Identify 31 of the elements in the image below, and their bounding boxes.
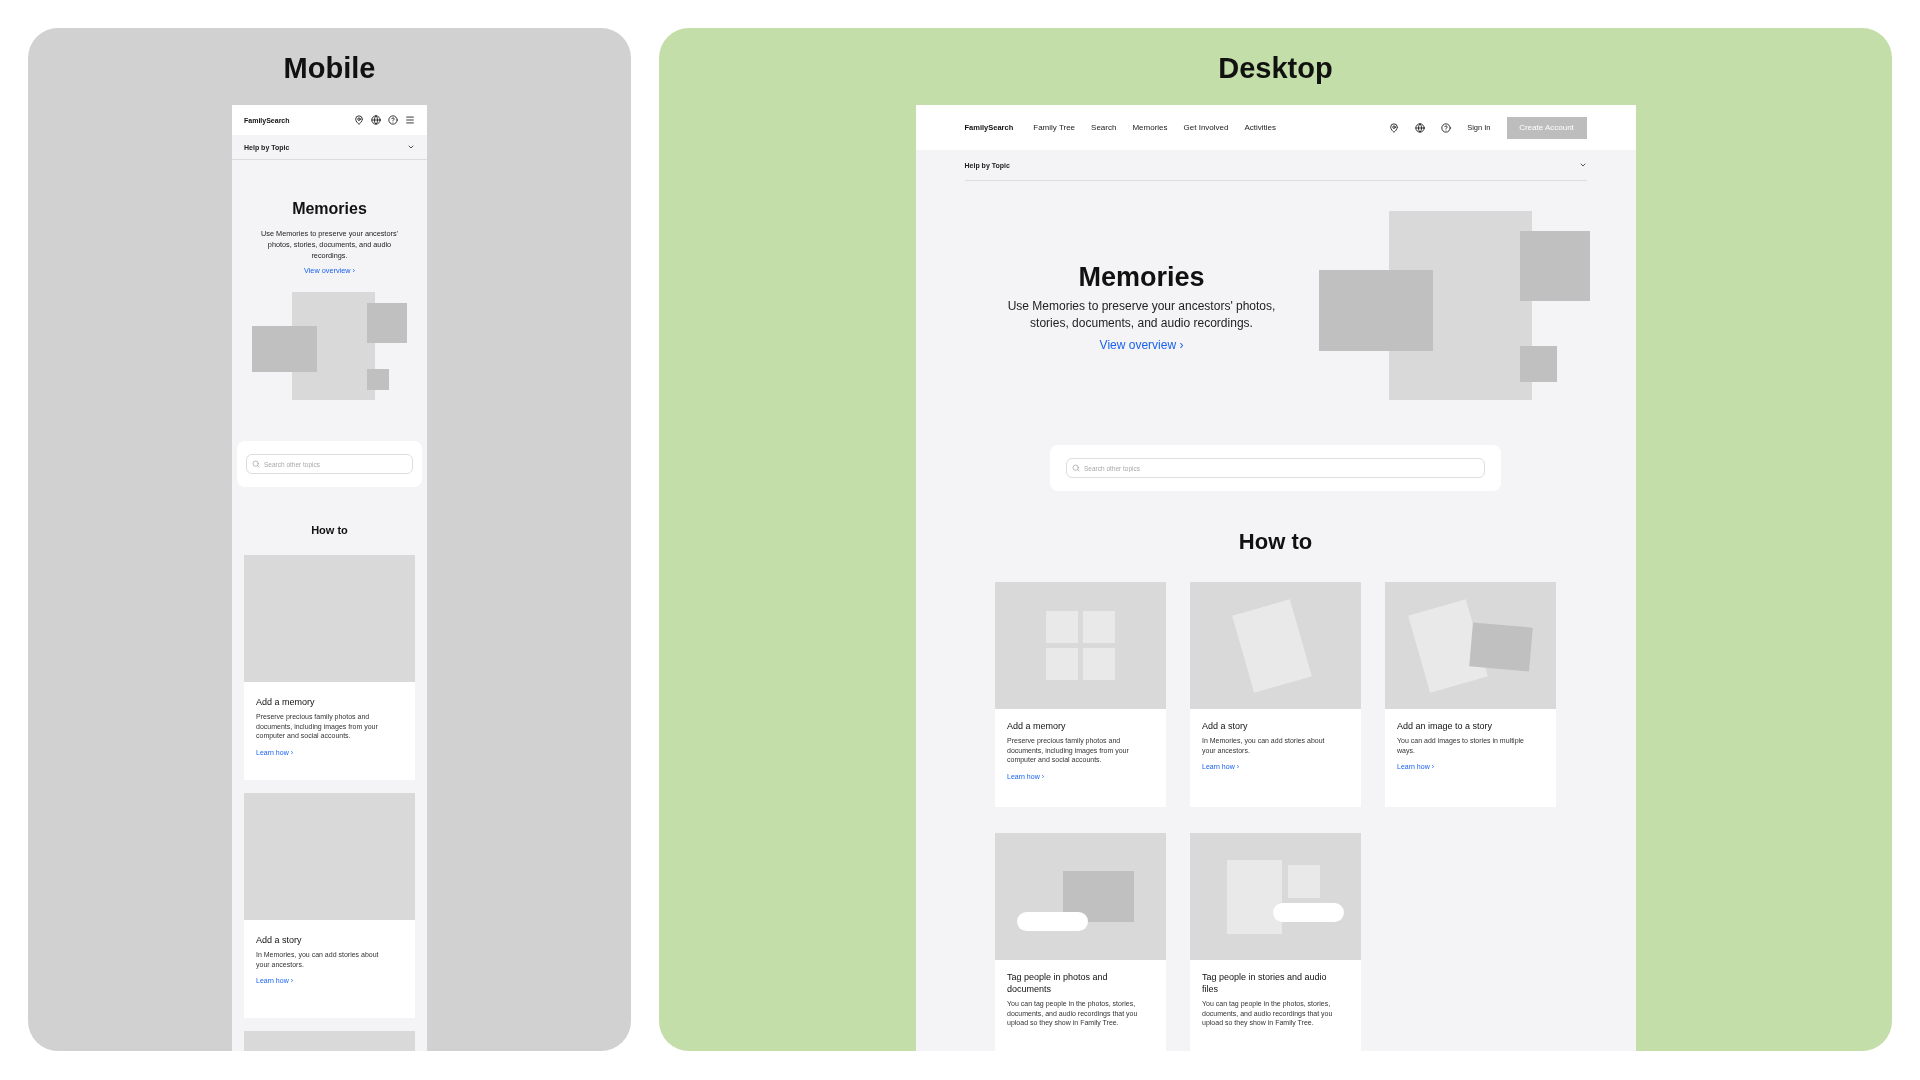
help-icon[interactable] bbox=[1441, 122, 1452, 133]
hero-title: Memories bbox=[1078, 260, 1205, 294]
panel-title: Desktop bbox=[1218, 51, 1333, 86]
search-icon bbox=[252, 460, 260, 468]
chevron-down-icon[interactable] bbox=[1578, 161, 1587, 169]
panel-title: Mobile bbox=[283, 51, 376, 86]
nav-link[interactable]: Activities bbox=[1244, 123, 1277, 132]
nav-link[interactable]: Family Tree bbox=[1033, 123, 1076, 132]
card-title: Tag people in photos and documents bbox=[1007, 971, 1109, 995]
nav-link[interactable]: Memories bbox=[1132, 123, 1168, 132]
card-title: Tag people in stories and audio files bbox=[1202, 971, 1328, 995]
view-overview-link[interactable]: View overview › bbox=[1099, 337, 1184, 352]
card-title: Add a memory bbox=[256, 696, 316, 708]
section-heading: How to bbox=[1238, 528, 1313, 556]
card-title: Add a memory bbox=[1007, 720, 1067, 732]
card-title: Add a story bbox=[1202, 720, 1249, 732]
globe-icon[interactable] bbox=[371, 115, 381, 125]
card-title: Add a story bbox=[256, 934, 303, 946]
location-icon[interactable] bbox=[354, 115, 364, 125]
chevron-down-icon[interactable] bbox=[407, 143, 415, 151]
nav-link[interactable]: Get Involved bbox=[1183, 123, 1229, 132]
menu-icon[interactable] bbox=[405, 115, 415, 125]
card-title: Add an image to a story bbox=[1397, 720, 1494, 732]
section-heading: How to bbox=[311, 523, 348, 538]
nav-link[interactable]: Search bbox=[1091, 123, 1117, 132]
globe-icon[interactable] bbox=[1415, 122, 1426, 133]
location-icon[interactable] bbox=[1389, 122, 1400, 133]
search-icon bbox=[1072, 464, 1080, 472]
hero-description: Use Memories to preserve your ancestors' photos, stories, documents, and audio recordings. bbox=[1006, 297, 1277, 332]
help-icon[interactable] bbox=[388, 115, 398, 125]
hero-title: Memories bbox=[292, 199, 367, 219]
